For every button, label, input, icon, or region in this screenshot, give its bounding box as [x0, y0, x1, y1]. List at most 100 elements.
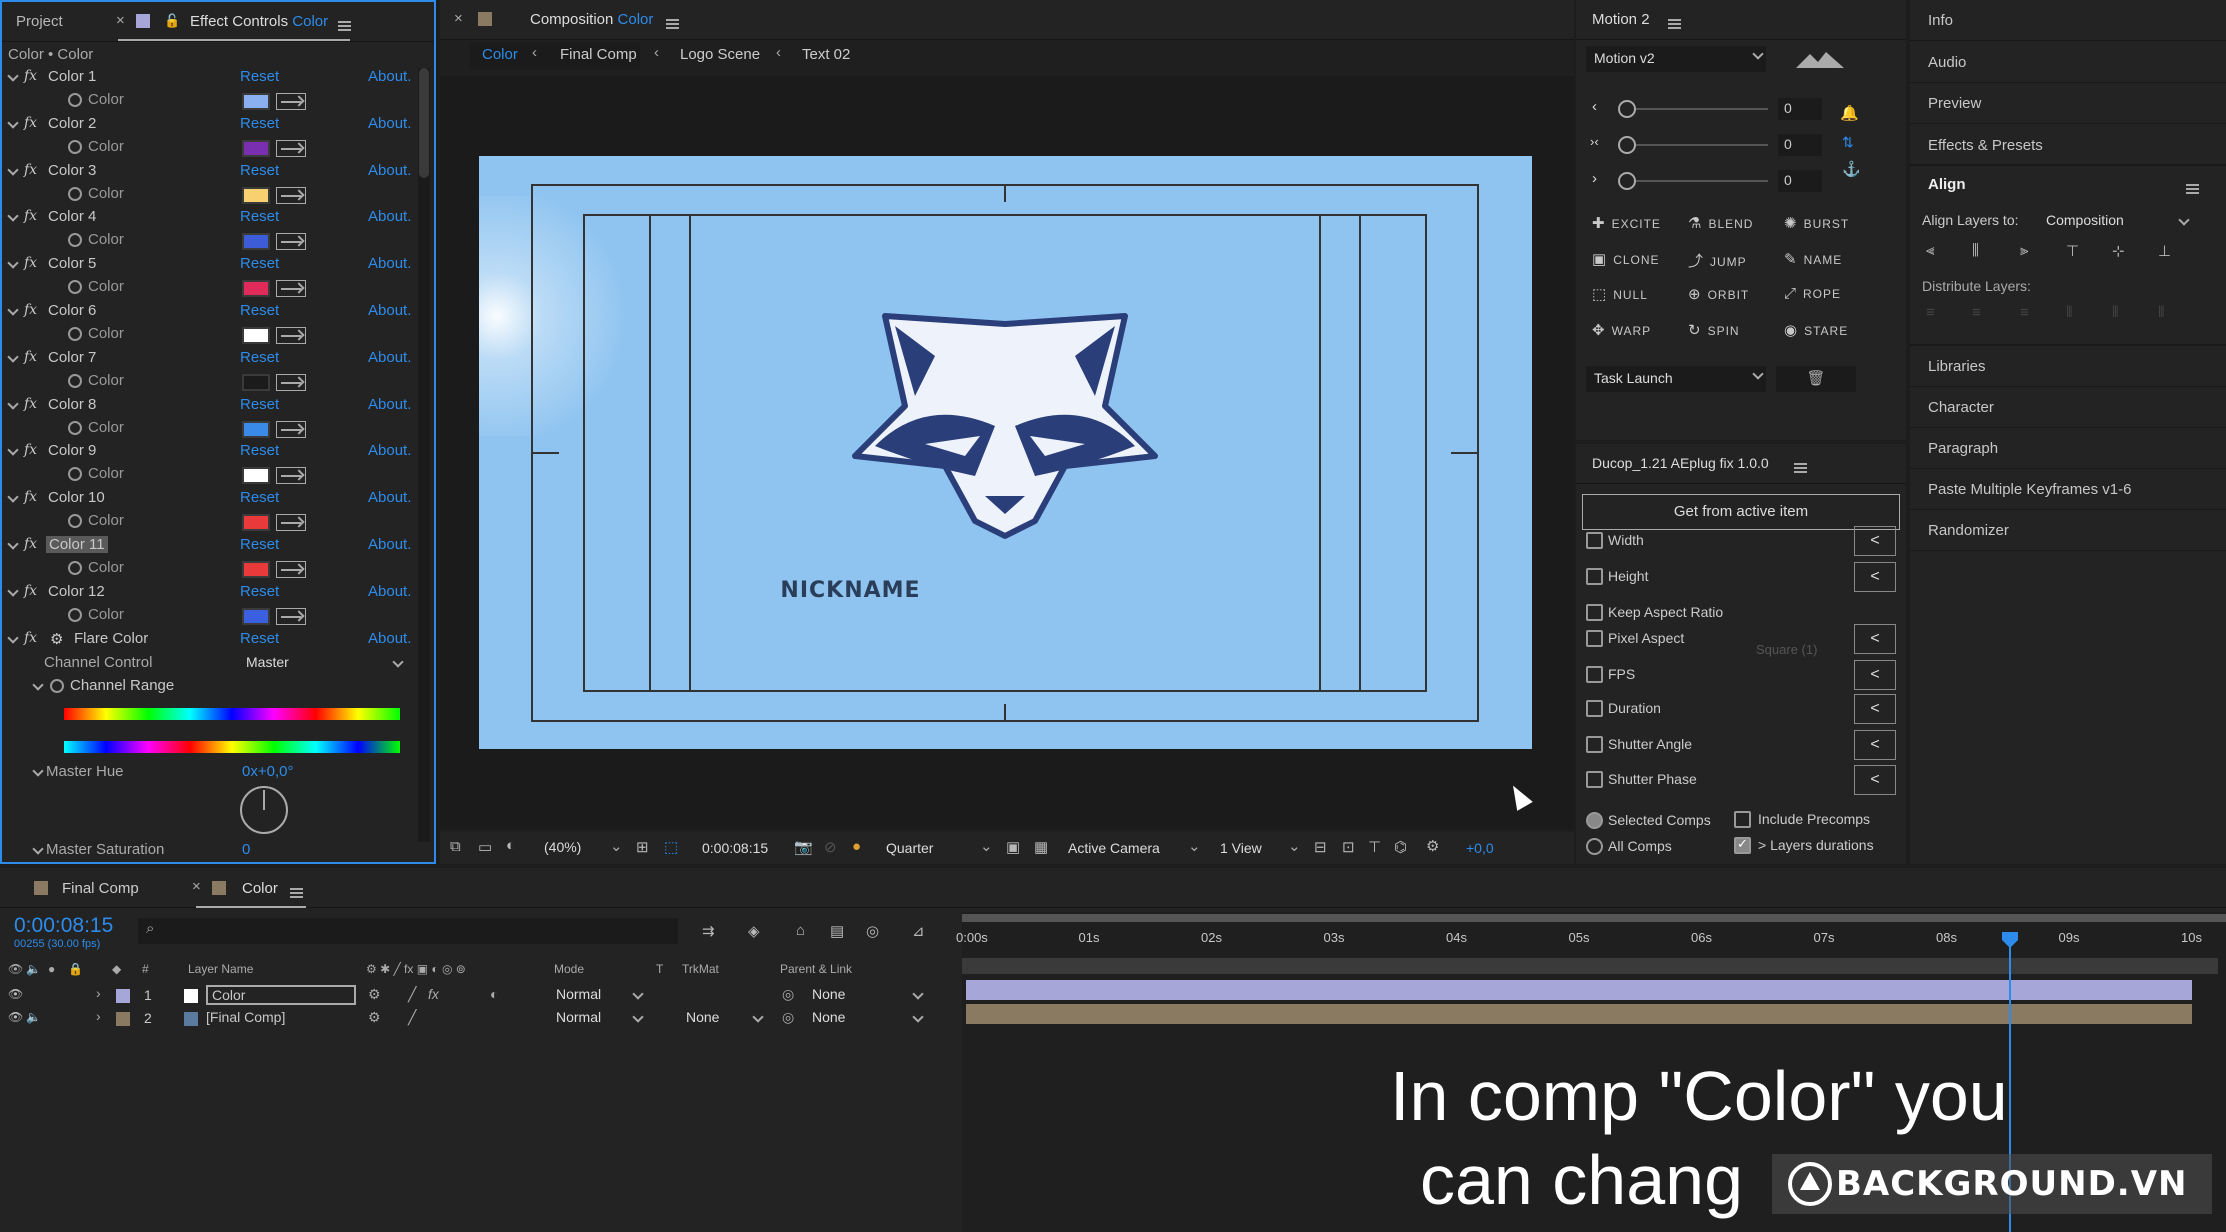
apply-arrow-button[interactable]: < [1854, 694, 1896, 724]
ease-both-slider[interactable] [1618, 136, 1636, 154]
fx-icon[interactable]: fx [24, 396, 37, 412]
label-color-icon[interactable] [116, 989, 130, 1003]
about-link[interactable]: About. [368, 583, 411, 600]
effect-name[interactable]: Color 11 [46, 536, 108, 553]
reset-link[interactable]: Reset [240, 302, 279, 319]
reset-link[interactable]: Reset [240, 489, 279, 506]
apply-arrow-button[interactable]: < [1854, 562, 1896, 592]
audio-icon[interactable]: 🔈 [26, 1010, 41, 1024]
reset-link[interactable]: Reset [240, 583, 279, 600]
task-dropdown[interactable]: Task Launch [1586, 366, 1766, 392]
twirl-icon[interactable] [7, 397, 19, 410]
color-swatch[interactable] [242, 186, 270, 204]
twirl-icon[interactable] [7, 163, 19, 176]
color-swatch[interactable] [242, 607, 270, 625]
twirl-icon[interactable] [7, 210, 19, 223]
fx-icon[interactable]: fx [24, 255, 37, 271]
work-area-range[interactable] [962, 958, 2218, 974]
get-from-active-button[interactable]: Get from active item [1582, 494, 1900, 530]
timeline-icon[interactable]: ⊤ [1368, 838, 1381, 856]
breadcrumb-text-02[interactable]: Text 02 [802, 46, 850, 63]
pixel-aspect-value[interactable]: Square (1) [1756, 642, 1817, 657]
ducop-title[interactable]: Ducop_1.21 AEplug fix 1.0.0 [1592, 455, 1769, 471]
timeline-timecode[interactable]: 0:00:08:15 [14, 914, 113, 938]
twirl-icon[interactable] [7, 491, 19, 503]
trash-icon[interactable]: 🗑 [1776, 366, 1856, 392]
fast-preview-icon[interactable]: ⊡ [1342, 838, 1355, 856]
tab-color[interactable]: Color [242, 880, 278, 897]
effect-row[interactable]: fx Color 6 Reset About. [2, 302, 414, 325]
exposure-value[interactable]: +0,0 [1466, 840, 1494, 856]
panel-item[interactable]: Randomizer [1928, 522, 2009, 539]
all-comps-radio[interactable] [1586, 838, 1603, 855]
option-checkbox[interactable] [1586, 630, 1603, 647]
effect-name[interactable]: Color 10 [48, 489, 105, 506]
distribute-top-icon[interactable]: ≡ [1926, 304, 1935, 321]
twirl-icon[interactable] [7, 117, 19, 129]
color-swatch[interactable] [242, 420, 270, 438]
chevron-down-icon[interactable]: ⌄ [1288, 837, 1301, 855]
channel-control-dropdown[interactable]: Master [246, 654, 406, 674]
distribute-right-icon[interactable]: ⦀ [2158, 304, 2165, 321]
fx-icon[interactable]: fx [24, 68, 37, 84]
twirl-icon[interactable] [7, 585, 19, 597]
solo-icon[interactable]: ● [48, 962, 55, 976]
parent-dropdown[interactable]: None [812, 986, 926, 1006]
layers-durations-checkbox[interactable]: ✓ [1734, 836, 1751, 854]
panel-item[interactable]: Paste Multiple Keyframes v1-6 [1928, 481, 2131, 498]
reset-link[interactable]: Reset [240, 115, 279, 132]
eyedropper-icon[interactable] [276, 186, 306, 204]
adjustment-switch-icon[interactable]: ◐ [490, 986, 498, 1002]
stopwatch-icon[interactable] [68, 607, 82, 622]
distribute-bottom-icon[interactable]: ≡ [2020, 304, 2029, 321]
always-preview-icon[interactable]: ⧉ [450, 838, 461, 855]
distribute-left-icon[interactable]: ⦀ [2066, 304, 2073, 321]
frame-blending-icon[interactable]: ▤ [830, 922, 844, 940]
panel-item[interactable]: Info [1928, 12, 1953, 29]
panel-menu-icon[interactable] [2186, 184, 2199, 195]
lock-icon[interactable]: 🔓 [164, 13, 180, 29]
motion-button-stare[interactable]: ◉ STARE [1784, 321, 1848, 339]
effect-switch-icon[interactable]: fx [428, 986, 439, 1002]
effect-name[interactable]: Color 1 [48, 68, 96, 85]
twirl-icon[interactable] [7, 444, 19, 457]
breadcrumb-logo-scene[interactable]: Logo Scene [680, 46, 760, 63]
fx-icon[interactable]: fx [24, 583, 37, 599]
header-mode[interactable]: Mode [554, 962, 584, 976]
eyedropper-icon[interactable] [276, 467, 306, 485]
effect-name[interactable]: Color 3 [48, 162, 96, 179]
apply-arrow-button[interactable]: < [1854, 660, 1896, 690]
option-checkbox[interactable] [1586, 666, 1603, 683]
master-saturation-value[interactable]: 0 [242, 841, 250, 858]
motion-blur-icon[interactable]: ◎ [866, 922, 879, 940]
option-checkbox[interactable] [1586, 532, 1603, 549]
eyedropper-icon[interactable] [276, 93, 306, 110]
effect-name[interactable]: Color 9 [48, 442, 96, 459]
effect-row[interactable]: fx Color 4 Reset About. [2, 208, 414, 231]
chevron-right-icon[interactable]: › [96, 985, 101, 1001]
exposure-reset-icon[interactable]: ⚙ [1426, 837, 1439, 855]
stopwatch-icon[interactable] [68, 139, 82, 154]
stopwatch-icon[interactable] [68, 514, 82, 529]
work-area-bar[interactable] [962, 914, 2226, 922]
stopwatch-icon[interactable] [68, 186, 82, 201]
color-swatch[interactable] [242, 467, 270, 485]
effect-name[interactable]: Color 4 [48, 208, 96, 225]
layer-name[interactable]: Color [206, 985, 356, 1005]
stopwatch-icon[interactable] [68, 93, 82, 107]
quality-switch-icon[interactable]: ╱ [408, 986, 416, 1003]
tab-project[interactable]: Project [16, 13, 63, 30]
align-left-icon[interactable]: ⫷ [1926, 242, 1934, 259]
effect-name[interactable]: Color 7 [48, 349, 96, 366]
stopwatch-icon[interactable] [68, 467, 82, 482]
eyedropper-icon[interactable] [276, 139, 306, 157]
effect-row-flare[interactable]: fx ⚙ Flare Color Reset About. [2, 630, 414, 653]
header-trkmat[interactable]: TrkMat [682, 962, 719, 976]
about-link[interactable]: About. [368, 115, 411, 132]
motion-button-jump[interactable]: ⤴ JUMP [1688, 250, 1747, 271]
fx-icon[interactable]: fx [24, 630, 37, 646]
panel-item[interactable]: Preview [1928, 95, 1981, 112]
breadcrumb-color[interactable]: Color [482, 46, 518, 63]
chevron-down-icon[interactable]: ⌄ [980, 837, 993, 855]
effect-name[interactable]: Color 2 [48, 115, 96, 132]
